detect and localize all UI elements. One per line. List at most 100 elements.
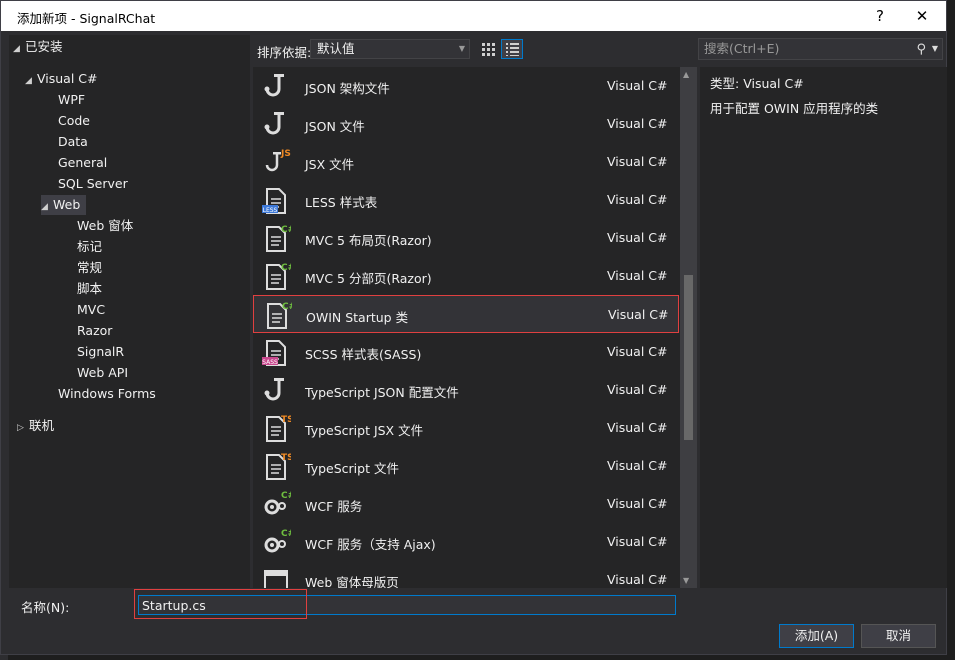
- tree-item-regular[interactable]: 常规: [77, 258, 102, 278]
- scss-file-icon: SASS: [261, 337, 291, 367]
- tree-item-sql-server[interactable]: SQL Server: [58, 174, 128, 194]
- template-list-scrollbar[interactable]: ▲ ▼: [680, 67, 697, 588]
- window-title: 添加新项 - SignalRChat: [17, 11, 156, 26]
- svg-text:C#: C#: [281, 529, 291, 539]
- template-type: Visual C#: [607, 458, 668, 473]
- tree-item-code[interactable]: Code: [58, 111, 90, 131]
- details-type: 类型: Visual C#: [710, 73, 804, 92]
- tree-item-installed[interactable]: ◢ 已安装: [13, 37, 63, 57]
- tree-item-visual-csharp[interactable]: ◢ Visual C#: [25, 69, 98, 89]
- template-row[interactable]: JSON 架构文件 Visual C#: [253, 67, 679, 105]
- template-row[interactable]: LESS LESS 样式表 Visual C#: [253, 181, 679, 219]
- svg-text:C#: C#: [281, 263, 291, 273]
- template-name: JSON 架构文件: [305, 81, 390, 96]
- search-input[interactable]: 搜索(Ctrl+E) ⚲ ▼: [698, 38, 943, 60]
- tree-item-signalr[interactable]: SignalR: [77, 342, 124, 362]
- expanded-triangle-icon[interactable]: ◢: [25, 71, 37, 91]
- template-row[interactable]: TS TypeScript 文件 Visual C#: [253, 447, 679, 485]
- template-row[interactable]: C# WCF 服务 Visual C#: [253, 485, 679, 523]
- svg-text:C#: C#: [281, 225, 291, 235]
- template-type: Visual C#: [607, 268, 668, 283]
- sort-label: 排序依据:: [257, 45, 312, 60]
- template-list: JSON 架构文件 Visual C# JSON 文件 Visual C# JS JSX …: [253, 67, 697, 588]
- template-name: WCF 服务: [305, 499, 363, 514]
- close-button[interactable]: ✕: [901, 1, 943, 31]
- template-row[interactable]: Web 窗体母版页 Visual C#: [253, 561, 679, 588]
- razor-partial-icon: C#: [261, 261, 295, 291]
- list-view-button[interactable]: [501, 39, 523, 59]
- category-tree: ◢ 已安装 ◢ Visual C# WPF Code Data General SQ…: [9, 35, 250, 588]
- svg-text:SASS: SASS: [262, 359, 278, 366]
- wcf-ajax-icon: C#: [261, 527, 295, 557]
- tsx-file-icon: TS: [261, 413, 294, 443]
- template-row[interactable]: TypeScript JSON 配置文件 Visual C#: [253, 371, 679, 409]
- search-options-icon[interactable]: ▼: [932, 39, 938, 59]
- search-icon[interactable]: ⚲: [916, 40, 926, 60]
- template-name: TypeScript 文件: [305, 461, 399, 476]
- template-row[interactable]: C# WCF 服务（支持 Ajax) Visual C#: [253, 523, 679, 561]
- svg-text:LESS: LESS: [263, 207, 278, 214]
- jsx-file-icon: JS: [261, 147, 291, 177]
- tree-item-markup[interactable]: 标记: [77, 237, 102, 257]
- template-name: LESS 样式表: [305, 195, 378, 210]
- less-file-icon: LESS: [261, 185, 291, 215]
- template-row[interactable]: JS JSX 文件 Visual C#: [253, 143, 679, 181]
- details-description: 用于配置 OWIN 应用程序的类: [710, 101, 879, 116]
- template-type: Visual C#: [607, 496, 668, 511]
- tree-item-web[interactable]: ◢ Web: [41, 195, 86, 215]
- wcf-service-icon: C#: [261, 489, 295, 519]
- expanded-triangle-icon[interactable]: ◢: [13, 39, 25, 59]
- collapsed-triangle-icon[interactable]: ▷: [17, 418, 29, 438]
- template-type: Visual C#: [607, 344, 668, 359]
- template-name: Web 窗体母版页: [305, 575, 399, 588]
- add-new-item-dialog: 添加新项 - SignalRChat ? ✕ ◢ 已安装 ◢ Visual C# W…: [0, 0, 947, 655]
- template-row[interactable]: TS TypeScript JSX 文件 Visual C#: [253, 409, 679, 447]
- help-button[interactable]: ?: [859, 1, 901, 31]
- tree-item-web-form[interactable]: Web 窗体: [77, 216, 133, 236]
- svg-text:C#: C#: [281, 491, 291, 501]
- template-name: MVC 5 分部页(Razor): [305, 271, 432, 286]
- template-row-selected[interactable]: C# OWIN Startup 类 Visual C#: [253, 295, 679, 333]
- name-label: 名称(N):: [21, 600, 70, 615]
- razor-layout-icon: C#: [261, 223, 295, 253]
- template-type: Visual C#: [607, 116, 668, 131]
- json-file-icon: [261, 109, 291, 139]
- template-row[interactable]: C# MVC 5 分部页(Razor) Visual C#: [253, 257, 679, 295]
- template-name: TypeScript JSON 配置文件: [305, 385, 459, 400]
- template-row[interactable]: C# MVC 5 布局页(Razor) Visual C#: [253, 219, 679, 257]
- template-name: WCF 服务（支持 Ajax): [305, 537, 436, 552]
- json-file-icon: [261, 375, 291, 405]
- sort-dropdown[interactable]: 默认值 ▼: [310, 39, 470, 59]
- tree-item-data[interactable]: Data: [58, 132, 88, 152]
- title-bar: 添加新项 - SignalRChat ? ✕: [1, 1, 946, 31]
- svg-text:TS: TS: [281, 415, 291, 425]
- template-type: Visual C#: [607, 78, 668, 93]
- add-button[interactable]: 添加(A): [779, 624, 854, 648]
- name-input[interactable]: [138, 595, 676, 615]
- tree-item-general[interactable]: General: [58, 153, 107, 173]
- scrollbar-thumb[interactable]: [684, 275, 693, 440]
- ts-file-icon: TS: [261, 451, 294, 481]
- tree-item-script[interactable]: 脚本: [77, 279, 102, 299]
- template-type: Visual C#: [607, 420, 668, 435]
- search-placeholder: 搜索(Ctrl+E): [704, 41, 780, 56]
- cancel-button[interactable]: 取消: [861, 624, 936, 648]
- grid-view-icon: [482, 43, 495, 56]
- template-name: TypeScript JSX 文件: [305, 423, 424, 438]
- scroll-down-icon[interactable]: ▼: [683, 576, 689, 585]
- tree-item-razor[interactable]: Razor: [77, 321, 112, 341]
- background-right: [947, 0, 955, 660]
- scroll-up-icon[interactable]: ▲: [683, 70, 689, 79]
- tree-item-web-api[interactable]: Web API: [77, 363, 128, 383]
- tree-item-mvc[interactable]: MVC: [77, 300, 105, 320]
- template-row[interactable]: SASS SCSS 样式表(SASS) Visual C#: [253, 333, 679, 371]
- template-row[interactable]: JSON 文件 Visual C#: [253, 105, 679, 143]
- expanded-triangle-icon[interactable]: ◢: [41, 197, 53, 217]
- template-type: Visual C#: [607, 192, 668, 207]
- template-name: OWIN Startup 类: [306, 310, 409, 325]
- grid-view-button[interactable]: [477, 39, 499, 59]
- tree-item-online[interactable]: ▷ 联机: [17, 416, 54, 436]
- template-name: SCSS 样式表(SASS): [305, 347, 422, 362]
- tree-item-wpf[interactable]: WPF: [58, 90, 85, 110]
- tree-item-windows-forms[interactable]: Windows Forms: [58, 384, 156, 404]
